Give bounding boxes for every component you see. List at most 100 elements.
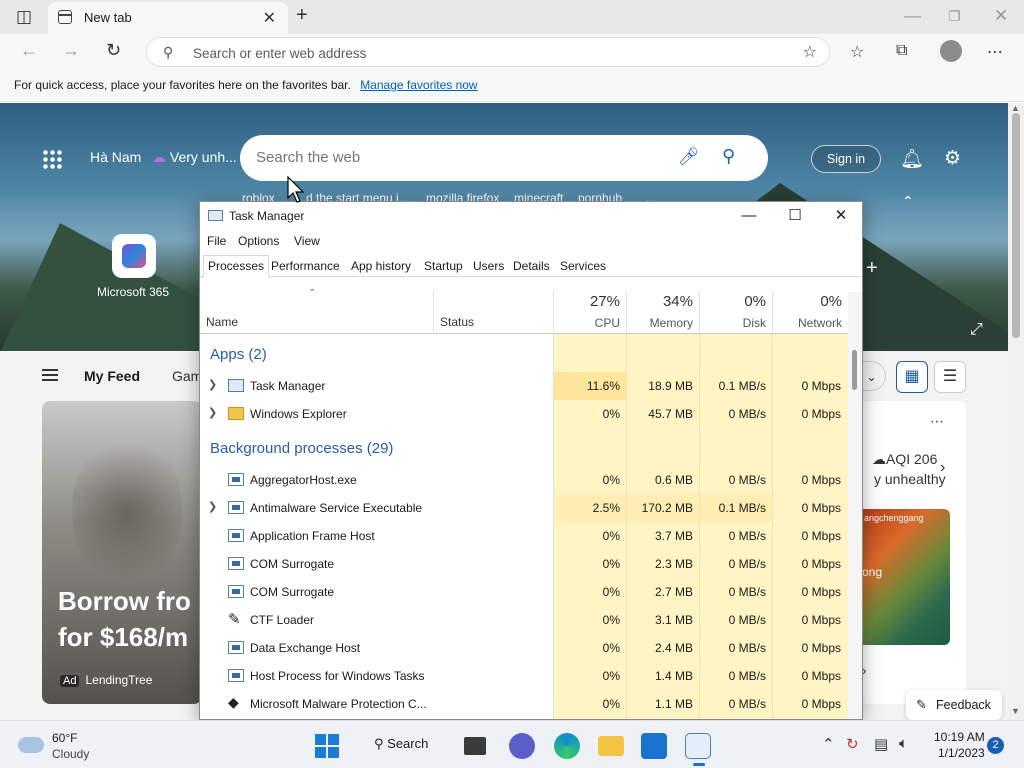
ad-card[interactable]: Borrow fro for $168/m Ad LendingTree xyxy=(42,401,202,704)
weather-card[interactable]: ⋯ ☁AQI 206 y unhealthy › angchenggang on… xyxy=(860,401,966,704)
next-chevron-icon[interactable]: › xyxy=(940,459,945,477)
tab-users[interactable]: Users xyxy=(469,259,508,273)
process-name: Windows Explorer xyxy=(250,407,347,421)
restore-icon[interactable]: ❐ xyxy=(948,8,961,25)
profile-avatar[interactable] xyxy=(940,40,962,62)
new-tab-plus-icon[interactable]: + xyxy=(296,4,308,27)
collapse-chevron-icon[interactable]: ⌃ xyxy=(902,193,914,210)
web-search-box[interactable]: Search the web 🎤︎ ⚲ xyxy=(240,135,768,181)
table-row[interactable]: COM Surrogate 0% 2.7 MB 0 MB/s 0 Mbps xyxy=(200,578,848,606)
location-label[interactable]: Hà Nam xyxy=(90,149,141,165)
menu-options[interactable]: Options xyxy=(238,234,279,248)
back-icon[interactable]: ← xyxy=(20,40,38,61)
refresh-icon[interactable]: ↻ xyxy=(106,40,121,61)
tab-processes[interactable]: Processes xyxy=(203,255,270,278)
table-row[interactable]: COM Surrogate 0% 2.3 MB 0 MB/s 0 Mbps xyxy=(200,550,848,578)
menu-view[interactable]: View xyxy=(294,234,320,248)
expand-background-icon[interactable]: ⤢ xyxy=(970,321,983,339)
tab-services[interactable]: Services xyxy=(556,259,610,273)
table-row[interactable]: ❯ Task Manager 11.6% 18.9 MB 0.1 MB/s 0 … xyxy=(200,372,848,400)
task-manager-titlebar[interactable]: Task Manager — ☐ ✕ xyxy=(200,202,862,230)
table-row[interactable]: Microsoft Malware Protection C... 0% 1.1… xyxy=(200,690,848,718)
search-submit-icon[interactable]: ⚲ xyxy=(722,146,735,167)
tab-app-history[interactable]: App history xyxy=(347,259,415,273)
collections-icon[interactable]: ⧉ xyxy=(896,42,907,60)
service-icon xyxy=(228,473,244,486)
minimize-icon[interactable]: — xyxy=(904,6,921,26)
feed-menu-icon[interactable] xyxy=(42,369,58,381)
more-menu-icon[interactable]: ⋯ xyxy=(987,42,1003,62)
address-bar[interactable]: ⚲ Search or enter web address ☆ xyxy=(146,37,830,67)
app-launcher-icon[interactable] xyxy=(42,149,62,169)
table-row[interactable]: Data Exchange Host 0% 2.4 MB 0 MB/s 0 Mb… xyxy=(200,634,848,662)
notifications-bell-icon[interactable]: 🔔︎ xyxy=(900,147,924,171)
tm-minimize-icon[interactable]: — xyxy=(726,205,772,227)
table-row[interactable]: ❯ Antimalware Service Executable 2.5% 17… xyxy=(200,494,848,522)
grid-view-icon[interactable]: ▦ xyxy=(896,361,928,393)
card-more-icon[interactable]: ⋯ xyxy=(930,413,944,430)
notification-count-badge[interactable]: 2 xyxy=(987,737,1004,754)
add-shortcut-icon[interactable]: + xyxy=(866,257,878,280)
microphone-icon[interactable]: 🎤︎ xyxy=(678,147,700,167)
start-button-windows-icon[interactable] xyxy=(315,734,339,758)
col-disk-header[interactable]: 0% Disk xyxy=(699,292,772,334)
expand-chevron-icon[interactable]: ❯ xyxy=(208,378,217,391)
tab-actions-icon[interactable]: ◫ xyxy=(16,7,32,27)
forward-icon[interactable]: → xyxy=(62,40,80,61)
show-hidden-icons-chevron[interactable]: ⌃ xyxy=(822,735,835,753)
table-row[interactable]: Host Process for Windows Tasks 0% 1.4 MB… xyxy=(200,662,848,690)
feedback-button[interactable]: ✎ Feedback xyxy=(906,690,1002,720)
edge-browser-icon[interactable] xyxy=(554,733,580,759)
tab-performance[interactable]: Performance xyxy=(267,259,344,273)
favorites-icon[interactable]: ☆ xyxy=(850,42,864,62)
process-disk: 0 MB/s xyxy=(728,529,766,543)
close-tab-icon[interactable]: ✕ xyxy=(263,8,276,28)
tab-new-tab[interactable]: New tab ✕ xyxy=(48,2,288,34)
table-row[interactable]: Application Frame Host 0% 3.7 MB 0 MB/s … xyxy=(200,522,848,550)
table-row[interactable]: ❯ Windows Explorer 0% 45.7 MB 0 MB/s 0 M… xyxy=(200,400,848,428)
sign-in-button[interactable]: Sign in xyxy=(811,145,881,173)
microsoft-365-tile[interactable] xyxy=(112,234,156,278)
table-row[interactable]: CTF Loader 0% 3.1 MB 0 MB/s 0 Mbps xyxy=(200,606,848,634)
background-group-header[interactable]: Background processes (29) xyxy=(210,440,393,457)
tm-maximize-icon[interactable]: ☐ xyxy=(772,205,818,227)
manage-favorites-link[interactable]: Manage favorites now xyxy=(360,78,477,92)
weather-label[interactable]: ☁ Very unh... xyxy=(152,149,237,166)
col-status-header[interactable]: Status xyxy=(440,315,474,329)
expand-chevron-icon[interactable]: ❯ xyxy=(208,500,217,513)
col-network-header[interactable]: 0% Network xyxy=(772,292,848,334)
scrollbar-thumb[interactable] xyxy=(1012,113,1020,338)
settings-gear-icon[interactable]: ⚙ xyxy=(944,147,961,170)
table-row[interactable]: AggregatorHost.exe 0% 0.6 MB 0 MB/s 0 Mb… xyxy=(200,466,848,494)
task-manager-taskbar-icon[interactable] xyxy=(685,733,711,766)
my-feed-tab[interactable]: My Feed xyxy=(84,368,140,384)
col-memory-header[interactable]: 34% Memory xyxy=(626,292,699,334)
service-icon xyxy=(228,501,244,514)
page-scrollbar[interactable]: ▲ ▼ xyxy=(1008,103,1024,720)
process-list-scrollbar[interactable] xyxy=(848,292,862,719)
security-icon[interactable]: ↻ xyxy=(846,735,859,753)
tab-details[interactable]: Details xyxy=(509,259,554,273)
apps-group-header[interactable]: Apps (2) xyxy=(210,346,267,363)
add-favorite-icon[interactable]: ☆ xyxy=(803,42,817,62)
file-explorer-icon[interactable] xyxy=(598,736,624,756)
tm-close-icon[interactable]: ✕ xyxy=(818,205,862,227)
tab-startup[interactable]: Startup xyxy=(420,259,467,273)
volume-icon[interactable]: 🔈︎ xyxy=(899,735,908,752)
chat-icon[interactable] xyxy=(509,733,535,759)
process-list-scroll-thumb[interactable] xyxy=(852,350,857,390)
col-name-header[interactable]: Name xyxy=(206,315,238,329)
process-memory: 3.7 MB xyxy=(654,529,693,543)
network-icon[interactable]: ▤ xyxy=(874,735,888,753)
task-view-icon[interactable] xyxy=(464,737,486,755)
list-view-icon[interactable]: ☰ xyxy=(934,361,966,393)
close-window-icon[interactable]: ✕ xyxy=(994,6,1008,26)
gaming-tab[interactable]: Gam xyxy=(172,368,202,384)
taskbar-clock[interactable]: 10:19 AM 1/1/2023 xyxy=(934,729,985,761)
expand-chevron-icon[interactable]: ❯ xyxy=(208,406,217,419)
menu-file[interactable]: File xyxy=(207,234,226,248)
col-cpu-header[interactable]: 27% CPU xyxy=(553,292,626,334)
process-network: 0 Mbps xyxy=(801,379,841,393)
microsoft-store-icon[interactable] xyxy=(641,733,667,759)
taskbar-search-button[interactable]: ⚲ Search xyxy=(374,736,428,752)
